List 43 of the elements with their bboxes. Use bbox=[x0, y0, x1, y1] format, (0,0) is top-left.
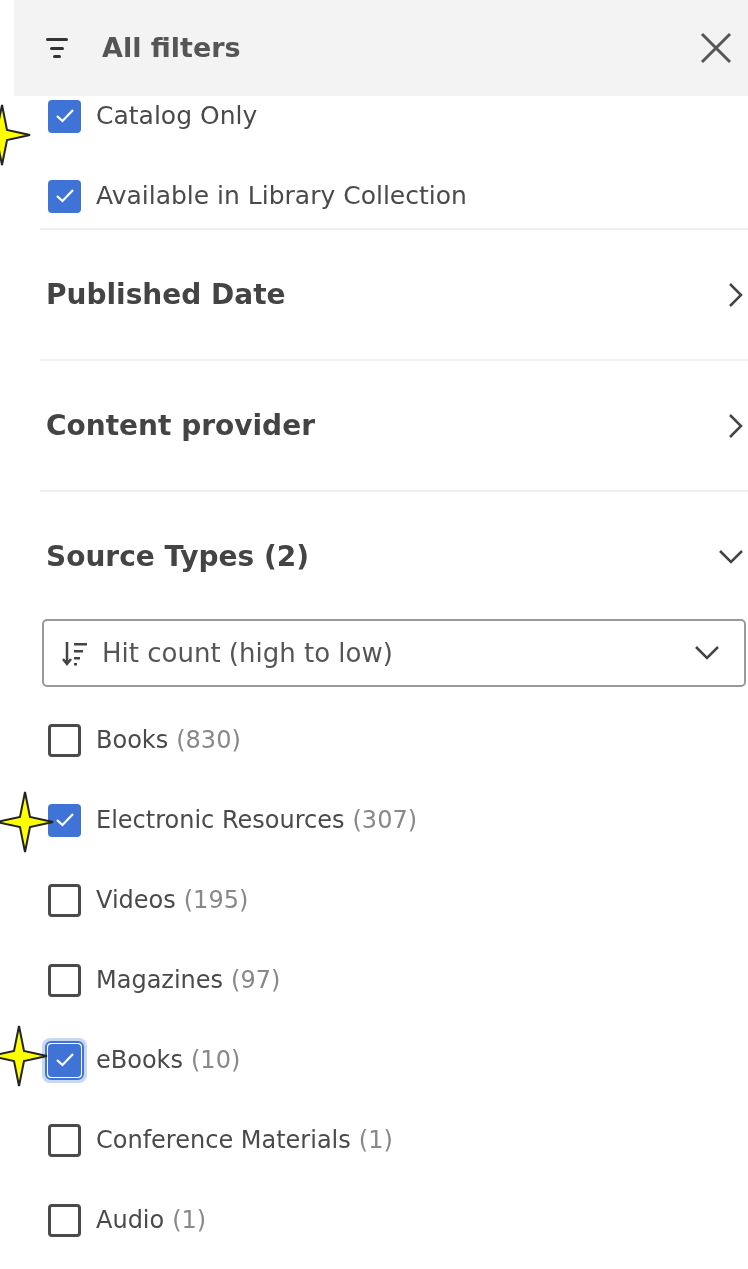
source-type-count: (97) bbox=[231, 965, 281, 996]
source-type-label: Audio bbox=[96, 1205, 165, 1236]
sort-dropdown[interactable]: Hit count (high to low) bbox=[42, 619, 746, 687]
checkbox[interactable] bbox=[48, 803, 81, 837]
sort-icon bbox=[62, 640, 88, 666]
checkbox[interactable] bbox=[48, 1043, 81, 1077]
source-type-label: Electronic Resources bbox=[96, 805, 345, 836]
check-icon bbox=[54, 1052, 75, 1068]
sparkle-icon bbox=[0, 1025, 48, 1087]
source-type-label: Videos bbox=[96, 885, 176, 916]
source-type-label: Conference Materials bbox=[96, 1125, 351, 1156]
check-icon bbox=[54, 108, 75, 124]
checkbox[interactable] bbox=[48, 883, 81, 917]
section-header[interactable]: Published Date bbox=[40, 228, 748, 359]
checkbox[interactable] bbox=[48, 723, 81, 757]
source-type-count: (830) bbox=[176, 725, 241, 756]
source-type-count: (195) bbox=[183, 885, 249, 916]
source-type-label: Books bbox=[96, 725, 169, 756]
chevron-right-icon bbox=[728, 281, 744, 308]
checkbox[interactable] bbox=[48, 1123, 81, 1157]
filter-icon bbox=[46, 36, 68, 60]
sparkle-icon bbox=[0, 791, 54, 853]
checkbox[interactable] bbox=[48, 963, 81, 997]
option-label: Available in Library Collection bbox=[96, 180, 467, 213]
header-title: All filters bbox=[102, 30, 242, 65]
chevron-down-icon bbox=[718, 548, 744, 565]
source-type-count: (1) bbox=[358, 1125, 393, 1156]
source-type-label: eBooks bbox=[96, 1045, 183, 1076]
checkbox[interactable] bbox=[48, 99, 81, 133]
source-type-count: (10) bbox=[191, 1045, 241, 1076]
option-label: Catalog Only bbox=[96, 100, 258, 133]
check-icon bbox=[54, 188, 75, 204]
close-icon bbox=[700, 32, 732, 64]
checkbox[interactable] bbox=[48, 1203, 81, 1237]
source-type-count: (307) bbox=[352, 805, 418, 836]
check-icon bbox=[54, 812, 75, 828]
source-type-count: (1) bbox=[172, 1205, 207, 1236]
section-header[interactable]: Source Types (2) bbox=[40, 490, 748, 621]
chevron-right-icon bbox=[728, 412, 744, 439]
section-header[interactable]: Content provider bbox=[40, 359, 748, 490]
checkbox[interactable] bbox=[48, 179, 81, 213]
source-type-label: Magazines bbox=[96, 965, 224, 996]
chevron-down-icon bbox=[694, 645, 720, 661]
